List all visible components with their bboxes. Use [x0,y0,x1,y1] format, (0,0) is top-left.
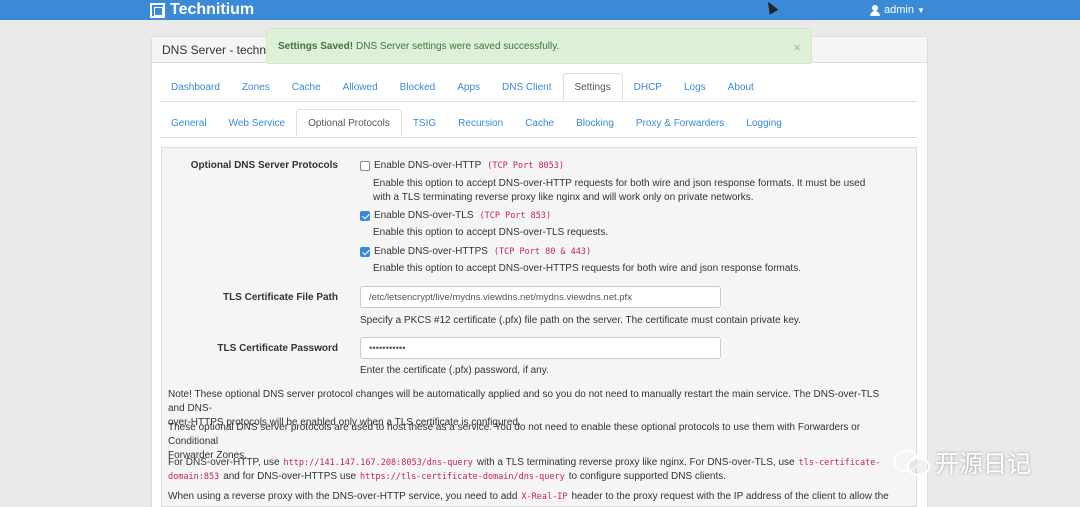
tab-cache[interactable]: Cache [281,73,332,101]
close-icon[interactable]: × [793,40,801,55]
main-tabs: Dashboard Zones Cache Allowed Blocked Ap… [160,73,917,102]
dns-over-https-help: Enable this option to accept DNS-over-HT… [373,263,801,274]
dohttps-url: https://tls-certificate-domain/dns-query [360,472,565,482]
top-navbar: Technitium admin ▼ [0,0,1080,20]
tab-dhcp[interactable]: DHCP [623,73,673,101]
user-name: admin [884,4,914,16]
note-3-line2: domain:853 and for DNS-over-HTTPS use http… [168,470,898,484]
dns-over-http-port: (TCP Port 8053) [487,160,565,171]
tab-settings[interactable]: Settings [562,73,623,101]
cert-password-label: TLS Certificate Password [217,343,338,354]
dns-over-tls-option[interactable]: Enable DNS-over-TLS (TCP Port 853) [360,210,551,221]
tab-dashboard[interactable]: Dashboard [160,73,231,101]
tab-zones[interactable]: Zones [231,73,281,101]
note-4-text1: When using a reverse proxy with the DNS-… [168,491,518,502]
subtab-recursion[interactable]: Recursion [447,109,514,137]
dns-over-http-label: Enable DNS-over-HTTP [374,160,482,171]
dns-over-tls-checkbox[interactable] [360,210,370,221]
optional-protocols-form: Optional DNS Server Protocols Enable DNS… [161,147,917,507]
dns-over-http-option[interactable]: Enable DNS-over-HTTP (TCP Port 8053) [360,160,564,171]
tab-blocked[interactable]: Blocked [389,73,447,101]
alert-strong: Settings Saved! [278,40,354,52]
dns-over-tls-help: Enable this option to accept DNS-over-TL… [373,227,609,238]
brand-name: Technitium [170,1,255,18]
subtab-tsig[interactable]: TSIG [402,109,447,137]
dns-over-http-help-line2: with a TLS terminating reverse proxy lik… [373,192,754,203]
note-2-line1: These optional DNS server protocols are … [168,422,861,447]
success-alert: Settings Saved! DNS Server settings were… [266,28,812,64]
dns-over-tls-label: Enable DNS-over-TLS [374,210,474,221]
user-icon [870,4,880,16]
note-3-line1: For DNS-over-HTTP, use http://141.147.167… [168,456,898,470]
cert-path-input[interactable]: /etc/letsencrypt/live/mydns.viewdns.net/… [360,286,721,308]
note-1-line1: Note! These optional DNS server protocol… [168,389,880,414]
dns-over-https-label: Enable DNS-over-HTTPS [374,246,488,257]
subtab-web-service[interactable]: Web Service [218,109,297,137]
user-menu[interactable]: admin ▼ [870,0,925,20]
dns-over-http-checkbox[interactable] [360,160,370,171]
dns-over-http-help: Enable this option to accept DNS-over-HT… [373,177,893,205]
tab-allowed[interactable]: Allowed [332,73,389,101]
subtab-cache[interactable]: Cache [514,109,565,137]
dot-url-part1: tls-certificate- [798,458,881,468]
watermark-text: 开源日记 [935,451,1031,478]
dns-over-http-help-line1: Enable this option to accept DNS-over-HT… [373,178,866,189]
doh-url: http://141.147.167.208:8053/dns-query [283,458,473,468]
dns-over-tls-port: (TCP Port 853) [479,210,552,221]
dot-url-part2: domain:853 [168,472,220,482]
dns-over-https-option[interactable]: Enable DNS-over-HTTPS (TCP Port 80 & 443… [360,246,591,257]
subtab-general[interactable]: General [160,109,218,137]
subtab-proxy-forwarders[interactable]: Proxy & Forwarders [625,109,735,137]
note-3-text2: with a TLS terminating reverse proxy lik… [476,457,795,468]
cert-password-help: Enter the certificate (.pfx) password, i… [360,365,549,376]
protocols-label: Optional DNS Server Protocols [190,160,338,171]
note-3-text1: For DNS-over-HTTP, use [168,457,280,468]
subtab-optional-protocols[interactable]: Optional Protocols [296,109,402,137]
tab-apps[interactable]: Apps [446,73,491,101]
technitium-logo-icon [150,2,165,18]
note-client-urls: For DNS-over-HTTP, use http://141.147.167… [168,456,898,484]
subtab-blocking[interactable]: Blocking [565,109,625,137]
tab-about[interactable]: About [717,73,765,101]
tab-logs[interactable]: Logs [673,73,717,101]
note-3-text3: and for DNS-over-HTTPS use [223,471,357,482]
x-real-ip-header: X-Real-IP [521,492,568,502]
brand[interactable]: Technitium [150,0,254,20]
cert-path-help: Specify a PKCS #12 certificate (.pfx) fi… [360,315,801,326]
tab-dns-client[interactable]: DNS Client [491,73,562,101]
dns-over-https-port: (TCP Port 80 & 443) [493,246,592,257]
settings-sub-tabs: General Web Service Optional Protocols T… [160,109,917,138]
dns-over-https-checkbox[interactable] [360,246,370,257]
subtab-logging[interactable]: Logging [735,109,793,137]
caret-down-icon: ▼ [916,5,925,15]
watermark: 开源日记 [893,444,1031,479]
wechat-icon [893,448,930,476]
alert-message: DNS Server settings were saved successfu… [356,40,560,52]
cert-path-label: TLS Certificate File Path [222,292,338,303]
cert-password-input[interactable]: ••••••••••• [360,337,721,359]
note-3-text4: to configure supported DNS clients. [568,471,727,482]
note-reverse-proxy: When using a reverse proxy with the DNS-… [168,490,898,506]
